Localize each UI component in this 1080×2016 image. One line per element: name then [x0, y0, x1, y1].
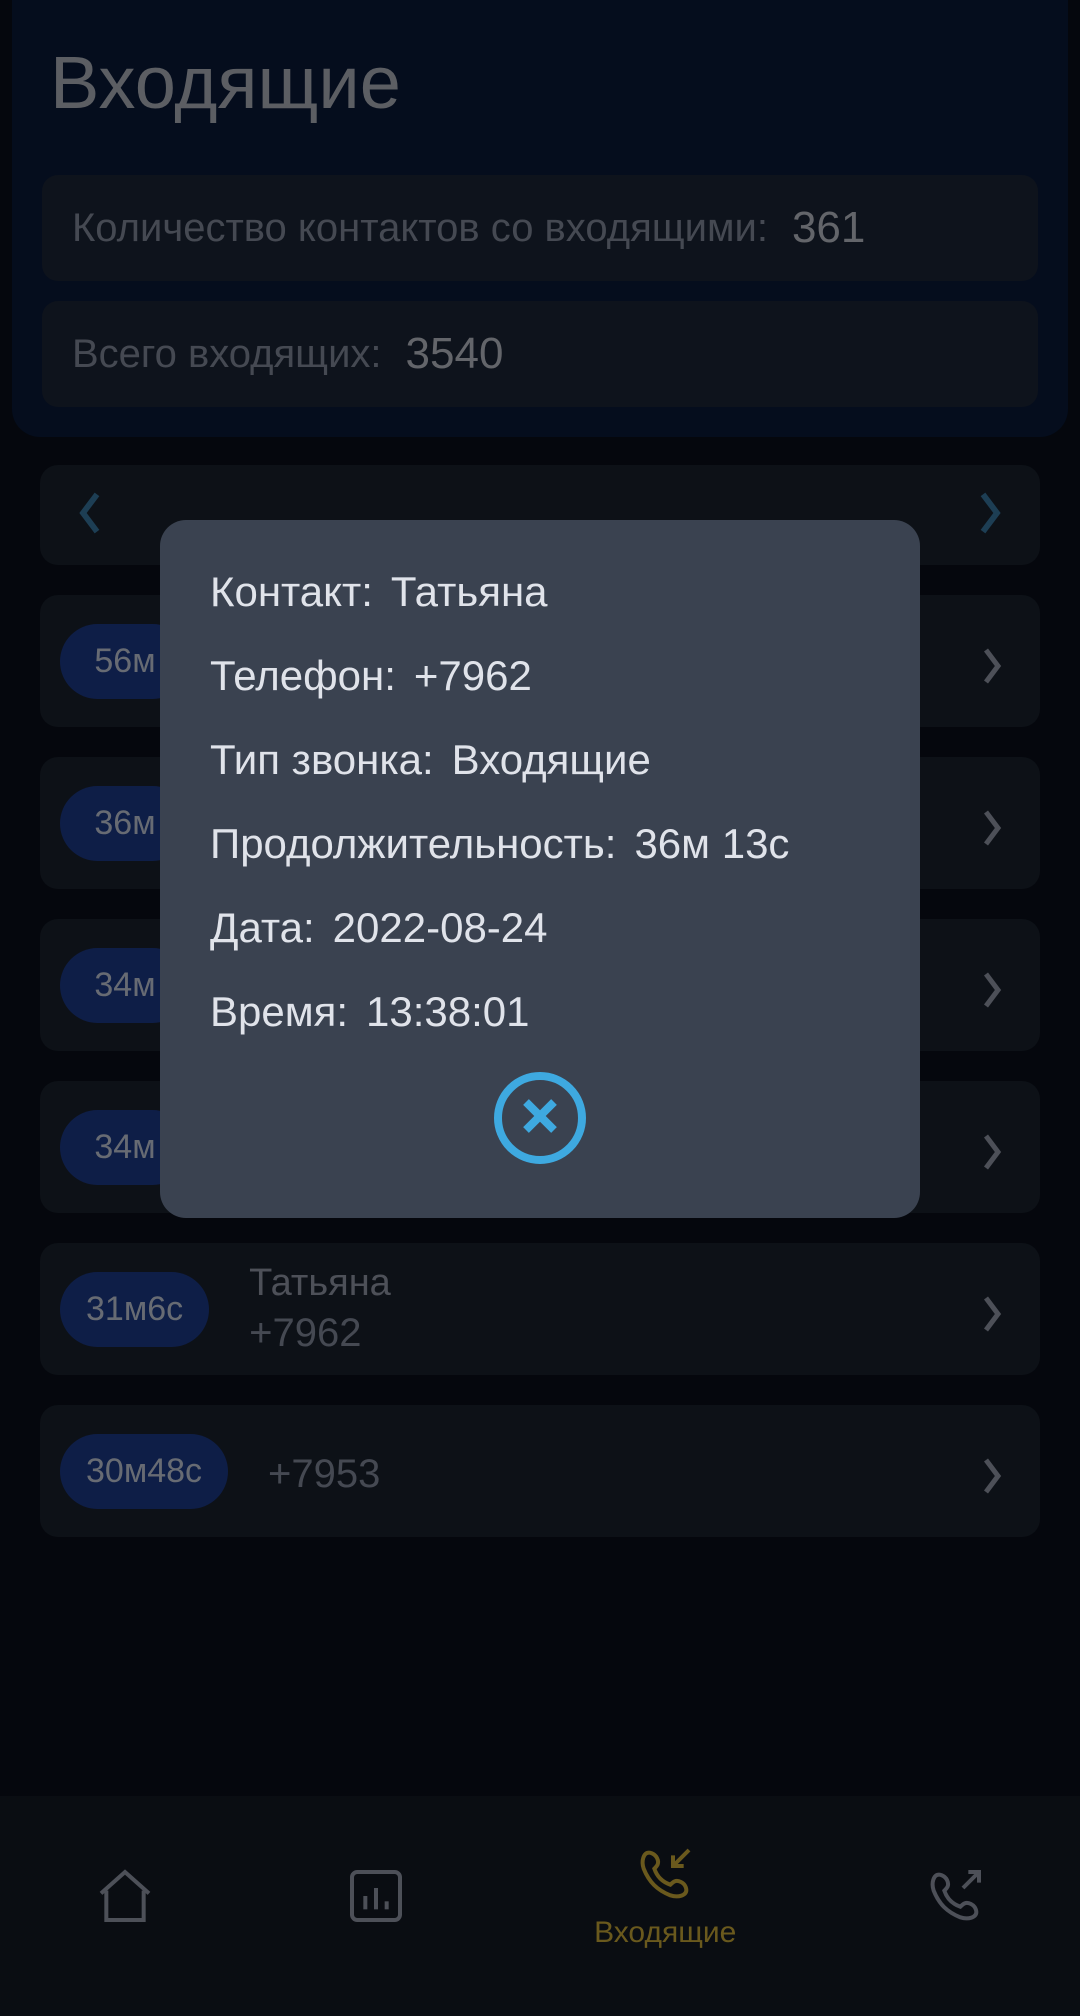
- modal-type-label: Тип звонка:: [210, 736, 434, 784]
- modal-date-label: Дата:: [210, 904, 315, 952]
- close-icon: [516, 1092, 564, 1145]
- modal-type-value: Входящие: [452, 736, 651, 784]
- modal-close-button[interactable]: [494, 1072, 586, 1164]
- modal-time-label: Время:: [210, 988, 348, 1036]
- call-detail-modal: Контакт: Татьяна Телефон: +7962 Тип звон…: [160, 520, 920, 1218]
- modal-contact-label: Контакт:: [210, 568, 373, 616]
- modal-date-value: 2022-08-24: [333, 904, 548, 952]
- modal-time-value: 13:38:01: [366, 988, 530, 1036]
- modal-phone-value: +7962: [414, 652, 532, 700]
- modal-duration-label: Продолжительность:: [210, 820, 616, 868]
- modal-duration-value: 36м 13с: [634, 820, 789, 868]
- modal-contact-value: Татьяна: [391, 568, 548, 616]
- modal-phone-label: Телефон:: [210, 652, 396, 700]
